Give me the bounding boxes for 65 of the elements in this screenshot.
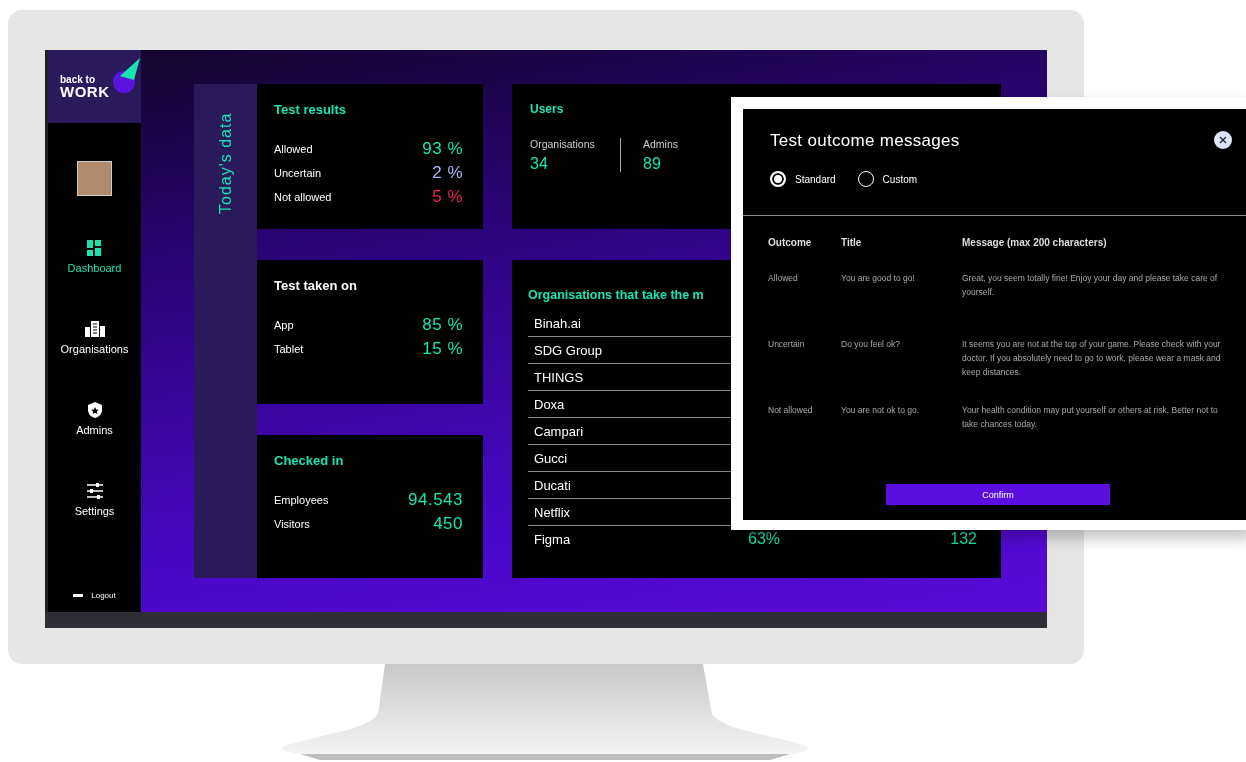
close-icon [1219,136,1227,144]
logout-button[interactable]: Logout [73,591,116,600]
radio-option[interactable]: Custom [857,171,918,187]
radio-option[interactable]: Standard [770,171,836,187]
confirm-button[interactable]: Confirm [886,484,1110,505]
stat-value: 94.543 [408,490,463,510]
card-title: Organisations that take the m [528,288,704,302]
buildings-icon [84,321,105,337]
table-cell-text: Do you feel ok? [841,338,902,351]
stat-label: App [274,319,294,331]
stat-label: Uncertain [274,167,322,179]
organisation-name: Doxa [534,396,566,412]
card-title: Test results [274,102,346,117]
organisation-name: Netflix [534,504,572,520]
stat-label: Not allowed [274,191,332,203]
settings-icon [86,483,103,499]
stat-label: Allowed [274,143,313,155]
logo-text: back to [60,75,96,85]
organisation-name: THINGS [534,369,585,385]
minus-icon [73,594,84,597]
column-header: Title [841,237,862,248]
column-header: Outcome [768,237,812,248]
table-cell-text: Not allowed [768,404,814,417]
stat-value: 93 % [422,139,463,159]
stat-value: 89 [643,155,661,173]
stat-label: Tablet [274,343,304,355]
section-label: Today's data [216,111,235,214]
stat-value: 450 [433,514,463,534]
table-cell-text: Your health condition may put yourself or others at risk. Better not to take chances today. [962,404,1219,431]
nav-item[interactable]: Dashboard [67,240,122,321]
table-cell-text: Uncertain [768,338,806,351]
logo-wordmark: WORK [60,85,111,98]
table-cell: 132 [950,530,977,548]
nav-item[interactable]: Admins [76,402,113,483]
nav-item[interactable]: Organisations [60,321,129,402]
table-cell-text: You are not ok to go. [841,404,921,417]
dashboard-icon [87,240,102,256]
stat-value: 85 % [422,315,463,335]
stat-label: Admins [643,138,678,150]
organisation-name: Campari [534,423,585,439]
stat-label: Visitors [274,518,310,530]
organisation-name: Ducati [534,477,572,493]
organisation-name: Binah.ai [534,315,582,331]
table-cell-text: You are good to go! [841,272,916,285]
nav-item[interactable]: Settings [74,483,115,564]
close-button[interactable] [1214,131,1232,149]
stat-label: Employees [274,494,329,506]
table-cell-text: Great, you seem totally fine! Enjoy your day and please take care of yourself. [962,272,1219,299]
table-cell-text: It seems you are not at the top of your game. Please check with your doctor. If you absolutely need to go to work, please wear a mask and keep distances. [962,338,1222,379]
card-title: Checked in [274,453,344,468]
table-cell-text: Allowed [768,272,799,285]
shield-icon [87,402,102,418]
stat-value: 2 % [432,163,463,183]
stat-value: 15 % [422,339,463,359]
dialog-title: Test outcome messages [770,131,960,151]
organisation-name: Gucci [534,450,569,466]
stat-value: 5 % [432,187,463,207]
organisation-name: SDG Group [534,342,603,358]
stat-label: Organisations [530,138,595,150]
column-header: Message (max 200 characters) [962,237,1107,248]
stat-value: 34 [530,155,548,173]
organisation-name: Figma [534,531,572,547]
table-cell-text: 63% [748,530,782,548]
card-title: Users [530,102,564,116]
card-title: Test taken on [274,278,357,293]
